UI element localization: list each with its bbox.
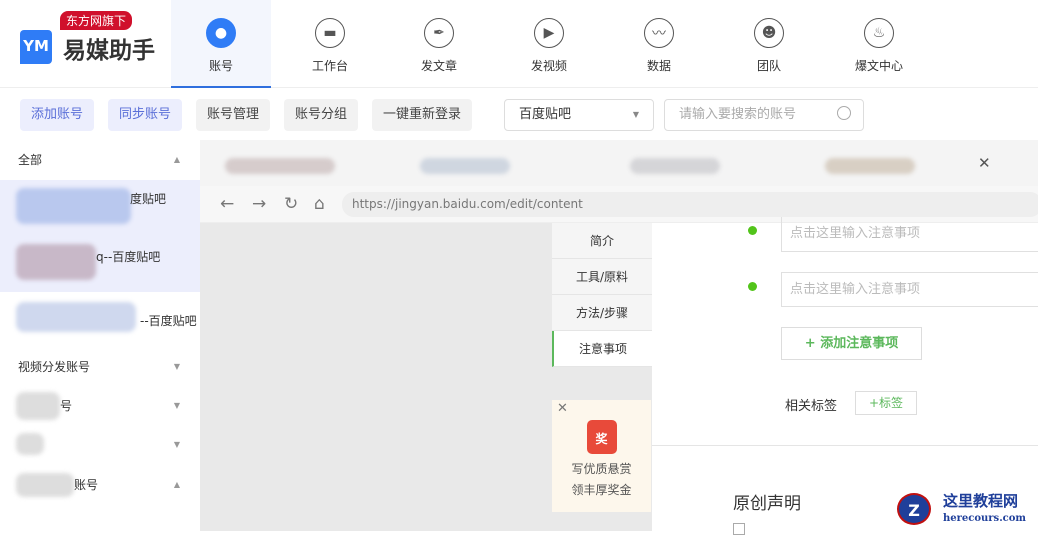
- section-steps[interactable]: 方法/步骤: [552, 295, 652, 331]
- brand-badge: 东方网旗下: [60, 11, 133, 30]
- close-tab-icon[interactable]: ✕: [978, 154, 991, 172]
- group-all[interactable]: 全部 ▲: [0, 142, 200, 178]
- platform-value: 百度贴吧: [519, 107, 572, 122]
- nav-label: 账号: [208, 59, 233, 73]
- group-item[interactable]: 号 ▼: [0, 388, 200, 424]
- add-note-button[interactable]: + 添加注意事项: [781, 327, 922, 360]
- section-intro[interactable]: 简介: [552, 223, 652, 259]
- section-notes[interactable]: 注意事项: [552, 331, 652, 367]
- watermark-title: 这里教程网: [943, 492, 1019, 510]
- bullet-dot: [748, 226, 757, 235]
- note-input[interactable]: 点击这里输入注意事项: [781, 272, 1038, 307]
- team-icon: ☻: [754, 18, 784, 48]
- nav-hot[interactable]: ♨ 爆文中心: [829, 0, 929, 88]
- browser-tab[interactable]: [225, 158, 335, 174]
- browser-tab-strip: ✕: [200, 140, 1038, 186]
- browser-tab[interactable]: [630, 158, 720, 174]
- divider: [652, 445, 1038, 446]
- nav-video[interactable]: ▶ 发视频: [499, 0, 599, 88]
- nav-label: 发文章: [420, 59, 457, 73]
- brand-name: 易媒助手: [63, 38, 155, 64]
- watermark-logo: Z: [897, 493, 931, 525]
- chart-icon: 〰: [644, 18, 674, 48]
- tags-label: 相关标签: [785, 399, 838, 414]
- original-title: 原创声明: [733, 494, 801, 514]
- group-label: 账号: [74, 478, 99, 492]
- group-video[interactable]: 视频分发账号 ▼: [0, 349, 200, 385]
- platform-select[interactable]: 百度贴吧 ▼: [504, 99, 654, 131]
- account-item[interactable]: q--百度贴吧: [0, 236, 200, 292]
- search-icon: [837, 106, 851, 120]
- monitor-icon: ▬: [315, 18, 345, 48]
- note-input[interactable]: 点击这里输入注意事项: [781, 217, 1038, 252]
- chevron-down-icon: ▼: [173, 440, 180, 449]
- browser-tab[interactable]: [825, 158, 915, 174]
- url-input[interactable]: https://jingyan.baidu.com/edit/content: [342, 192, 1038, 217]
- chevron-up-icon: ▲: [173, 480, 180, 489]
- nav-label: 数据: [646, 59, 671, 73]
- forward-icon[interactable]: →: [252, 194, 266, 214]
- group-item[interactable]: ▼: [0, 427, 200, 463]
- account-item[interactable]: --百度贴吧: [0, 292, 200, 348]
- original-checkbox[interactable]: [733, 523, 745, 535]
- chevron-down-icon: ▼: [632, 110, 639, 119]
- nav-article[interactable]: ✒ 发文章: [389, 0, 489, 88]
- fire-icon: ♨: [864, 18, 894, 48]
- nav-label: 发视频: [530, 59, 567, 73]
- back-icon[interactable]: ←: [220, 194, 234, 214]
- chevron-down-icon: ▼: [173, 401, 180, 410]
- account-search-input[interactable]: 请输入要搜索的账号: [664, 99, 864, 131]
- logo-icon: YM: [20, 30, 52, 64]
- reward-text: 领丰厚奖金: [571, 483, 632, 497]
- feather-icon: ✒: [424, 18, 454, 48]
- group-label: 全部: [18, 153, 43, 167]
- user-icon: ●: [206, 18, 236, 48]
- section-nav: 简介 工具/原料 方法/步骤 注意事项: [552, 223, 652, 367]
- avatar: [16, 188, 131, 224]
- account-sidebar: 全部 ▲ 度贴吧 q--百度贴吧 --百度贴吧 视频分发账号 ▼ 号 ▼ ▼ 账号 ▲: [0, 140, 200, 531]
- nav-label: 工作台: [311, 59, 348, 73]
- section-tools[interactable]: 工具/原料: [552, 259, 652, 295]
- avatar: [16, 244, 96, 280]
- group-item[interactable]: 账号 ▲: [0, 467, 200, 503]
- account-name: --百度贴吧: [140, 314, 197, 328]
- group-label: 号: [60, 399, 73, 413]
- group-account-button[interactable]: 账号分组: [284, 99, 359, 131]
- play-icon: ▶: [534, 18, 564, 48]
- sync-account-button[interactable]: 同步账号: [108, 99, 183, 131]
- nav-workbench[interactable]: ▬ 工作台: [280, 0, 380, 88]
- account-item[interactable]: 度贴吧: [0, 180, 200, 236]
- add-account-button[interactable]: 添加账号: [20, 99, 95, 131]
- nav-team[interactable]: ☻ 团队: [719, 0, 819, 88]
- chevron-up-icon: ▲: [173, 155, 180, 164]
- nav-label: 爆文中心: [854, 59, 903, 73]
- home-icon[interactable]: ⌂: [314, 194, 325, 214]
- nav-data[interactable]: 〰数据: [609, 0, 709, 88]
- app-header: YM 东方网旗下 易媒助手 ● 账号 ▬ 工作台 ✒ 发文章 ▶ 发视频 〰数据 ☻ 团队…: [0, 0, 1038, 88]
- browser-tab[interactable]: [420, 158, 510, 174]
- red-envelope-icon: 奖: [586, 420, 617, 454]
- reward-text: 写优质悬赏: [571, 462, 632, 476]
- relogin-button[interactable]: 一键重新登录: [372, 99, 473, 131]
- manage-account-button[interactable]: 账号管理: [196, 99, 271, 131]
- reward-card[interactable]: ✕ 奖 写优质悬赏 领丰厚奖金: [552, 400, 651, 512]
- editor-panel: 点击这里输入注意事项 点击这里输入注意事项 + 添加注意事项 相关标签 +标签 …: [652, 217, 1038, 535]
- nav-label: 团队: [756, 59, 781, 73]
- account-name: 度贴吧: [130, 192, 167, 206]
- chevron-down-icon: ▼: [173, 362, 180, 371]
- nav-account[interactable]: ● 账号: [171, 0, 271, 88]
- watermark-domain: herecours.com: [943, 513, 1027, 524]
- add-tag-button[interactable]: +标签: [855, 391, 917, 415]
- close-icon[interactable]: ✕: [557, 401, 568, 416]
- avatar: [16, 302, 136, 332]
- search-placeholder: 请输入要搜索的账号: [679, 107, 797, 122]
- reload-icon[interactable]: ↻: [284, 194, 298, 214]
- bullet-dot: [748, 282, 757, 291]
- group-label: 视频分发账号: [18, 360, 91, 374]
- account-name: q--百度贴吧: [96, 250, 161, 264]
- watermark: Z 这里教程网 herecours.com: [893, 489, 1038, 531]
